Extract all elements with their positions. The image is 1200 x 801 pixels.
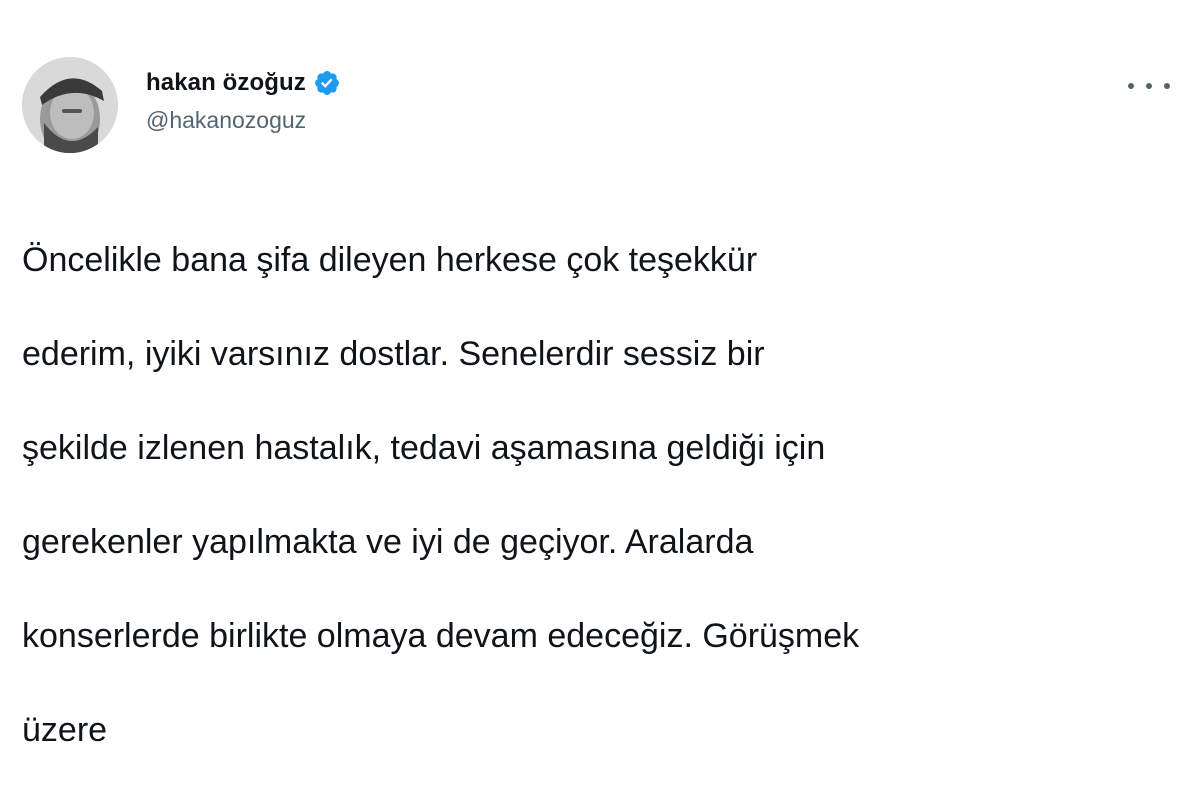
tweet-text-line: üzere xyxy=(22,711,108,749)
author-handle[interactable]: @hakanozoguz xyxy=(146,107,306,134)
tweet-text-line: şekilde izlenen hastalık, tedavi aşaması… xyxy=(22,429,826,467)
more-dot-icon xyxy=(1128,83,1134,89)
verified-badge-icon xyxy=(314,71,339,95)
tweet-text-line: konserlerde birlikte olmaya devam edeceğ… xyxy=(22,617,860,655)
tweet-text-line: ederim, iyiki varsınız dostlar. Senelerd… xyxy=(22,335,765,373)
more-dot-icon xyxy=(1164,83,1170,89)
avatar[interactable] xyxy=(22,57,118,153)
author-display-name[interactable]: hakan özoğuz xyxy=(146,69,306,97)
tweet-text-line: Öncelikle bana şifa dileyen herkese çok … xyxy=(22,241,758,279)
tweet-card: hakan özoğuz @hakanozoguz Öncelikle bana… xyxy=(0,0,1200,749)
tweet-text-line: gerekenler yapılmakta ve iyi de geçiyor.… xyxy=(22,523,754,561)
author-name-row: hakan özoğuz xyxy=(146,64,341,102)
tweet-text: Öncelikle bana şifa dileyen herkese çok … xyxy=(22,190,1182,801)
avatar-photo-icon xyxy=(22,57,118,153)
more-options-button[interactable] xyxy=(1128,74,1170,98)
more-dot-icon xyxy=(1146,83,1152,89)
